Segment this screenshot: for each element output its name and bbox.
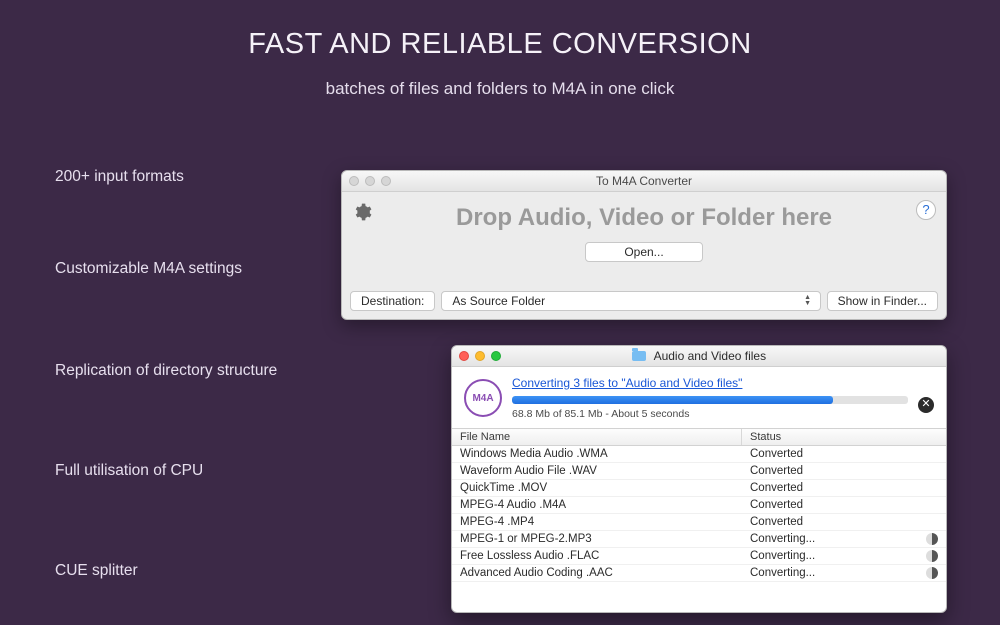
- feature-item: Customizable M4A settings: [55, 260, 242, 278]
- feature-item: 200+ input formats: [55, 168, 184, 186]
- cell-status: Converted: [742, 463, 946, 479]
- minimize-icon[interactable]: [365, 176, 375, 186]
- cell-status: Converted: [742, 514, 946, 530]
- folder-icon: [632, 351, 646, 361]
- drop-message: Drop Audio, Video or Folder here: [342, 192, 946, 232]
- cell-filename: Waveform Audio File .WAV: [452, 463, 742, 479]
- cell-status: Converting...: [742, 531, 946, 547]
- destination-value: As Source Folder: [452, 294, 545, 308]
- table-row[interactable]: MPEG-4 Audio .M4AConverted: [452, 497, 946, 514]
- table-header: File Name Status: [452, 428, 946, 446]
- col-header-status[interactable]: Status: [742, 429, 946, 445]
- spinner-icon: [926, 533, 938, 545]
- cell-status: Converted: [742, 480, 946, 496]
- feature-item: Full utilisation of CPU: [55, 462, 203, 480]
- cell-filename: Advanced Audio Coding .AAC: [452, 565, 742, 581]
- cell-filename: MPEG-1 or MPEG-2.MP3: [452, 531, 742, 547]
- minimize-icon[interactable]: [475, 351, 485, 361]
- feature-item: Replication of directory structure: [55, 362, 277, 380]
- cell-status: Converted: [742, 446, 946, 462]
- table-row[interactable]: MPEG-4 .MP4Converted: [452, 514, 946, 531]
- converter-body: ? Drop Audio, Video or Folder here Open.…: [342, 192, 946, 319]
- destination-button[interactable]: Destination:: [350, 291, 435, 311]
- page-heading: FAST AND RELIABLE CONVERSION: [0, 0, 1000, 61]
- table-row[interactable]: Free Lossless Audio .FLACConverting...: [452, 548, 946, 565]
- traffic-lights: [349, 176, 391, 186]
- progress-status: 68.8 Mb of 85.1 Mb - About 5 seconds: [512, 408, 908, 420]
- spinner-icon: [926, 550, 938, 562]
- m4a-badge-icon: M4A: [464, 379, 502, 417]
- cell-filename: MPEG-4 Audio .M4A: [452, 497, 742, 513]
- progress-bar: [512, 396, 908, 404]
- chevron-updown-icon: ▲▼: [802, 294, 814, 308]
- destination-row: Destination: As Source Folder ▲▼ Show in…: [350, 291, 938, 311]
- table-row[interactable]: MPEG-1 or MPEG-2.MP3Converting...: [452, 531, 946, 548]
- feature-item: CUE splitter: [55, 562, 138, 580]
- open-button[interactable]: Open...: [585, 242, 703, 262]
- traffic-lights: [459, 351, 501, 361]
- cell-filename: Windows Media Audio .WMA: [452, 446, 742, 462]
- cell-filename: QuickTime .MOV: [452, 480, 742, 496]
- cell-filename: Free Lossless Audio .FLAC: [452, 548, 742, 564]
- table-row[interactable]: QuickTime .MOVConverted: [452, 480, 946, 497]
- progress-window-title: Audio and Video files: [654, 349, 767, 363]
- converter-window: To M4A Converter ? Drop Audio, Video or …: [341, 170, 947, 320]
- cell-status: Converting...: [742, 565, 946, 581]
- close-icon[interactable]: [459, 351, 469, 361]
- converter-window-title: To M4A Converter: [342, 171, 946, 192]
- progress-titlebar: Audio and Video files: [452, 346, 946, 367]
- table-row[interactable]: Waveform Audio File .WAVConverted: [452, 463, 946, 480]
- cancel-button[interactable]: ✕: [918, 397, 934, 413]
- table-row[interactable]: Advanced Audio Coding .AACConverting...: [452, 565, 946, 582]
- destination-select[interactable]: As Source Folder ▲▼: [441, 291, 820, 311]
- maximize-icon[interactable]: [491, 351, 501, 361]
- show-in-finder-button[interactable]: Show in Finder...: [827, 291, 938, 311]
- progress-area: M4A Converting 3 files to "Audio and Vid…: [452, 367, 946, 428]
- page-subheading: batches of files and folders to M4A in o…: [0, 61, 1000, 99]
- cell-status: Converting...: [742, 548, 946, 564]
- cell-filename: MPEG-4 .MP4: [452, 514, 742, 530]
- converter-titlebar: To M4A Converter: [342, 171, 946, 192]
- table-body: Windows Media Audio .WMAConvertedWavefor…: [452, 446, 946, 582]
- table-row[interactable]: Windows Media Audio .WMAConverted: [452, 446, 946, 463]
- col-header-filename[interactable]: File Name: [452, 429, 742, 445]
- gear-icon[interactable]: [352, 202, 372, 228]
- progress-fill: [512, 396, 833, 404]
- maximize-icon[interactable]: [381, 176, 391, 186]
- close-icon[interactable]: [349, 176, 359, 186]
- help-button[interactable]: ?: [916, 200, 936, 220]
- cell-status: Converted: [742, 497, 946, 513]
- progress-window: Audio and Video files M4A Converting 3 f…: [451, 345, 947, 613]
- progress-link[interactable]: Converting 3 files to "Audio and Video f…: [512, 376, 908, 390]
- spinner-icon: [926, 567, 938, 579]
- progress-column: Converting 3 files to "Audio and Video f…: [512, 376, 908, 420]
